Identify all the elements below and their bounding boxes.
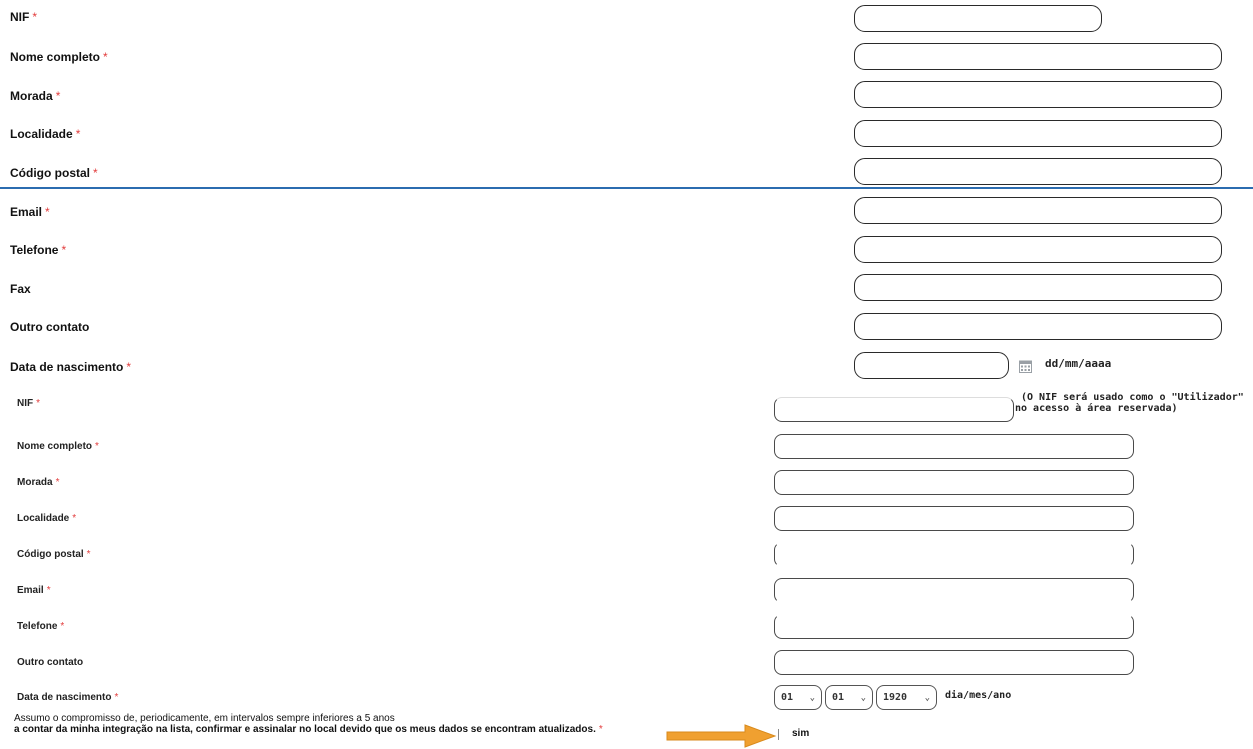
label-localidade: Localidade * — [10, 127, 81, 141]
dob-year-value: 1920 — [883, 692, 908, 703]
consent-text: Assumo o compromisso de, periodicamente,… — [14, 713, 603, 735]
label-nif: NIF * — [10, 10, 38, 24]
label-codigo-postal-2: Código postal * — [17, 549, 91, 560]
label-nome-completo: Nome completo * — [10, 50, 108, 64]
consent-line-2: a contar da minha integração na lista, c… — [14, 724, 603, 735]
dob-month-value: 01 — [832, 692, 845, 703]
dob-year-select[interactable]: 1920 ⌄ — [876, 685, 937, 710]
dob-month-select[interactable]: 01 ⌄ — [825, 685, 873, 710]
label-morada-2: Morada * — [17, 477, 60, 488]
arrow-right-icon — [666, 724, 777, 748]
nome-completo-input[interactable] — [854, 43, 1222, 70]
calendar-icon[interactable] — [1019, 359, 1032, 373]
email-input-2[interactable] — [774, 578, 1134, 603]
label-localidade-2: Localidade * — [17, 513, 77, 524]
codigo-postal-input[interactable] — [854, 158, 1222, 185]
nif-note-line-1: (O NIF será usado como o "Utilizador" — [1021, 392, 1244, 403]
label-email-2: Email * — [17, 585, 51, 596]
section-divider — [0, 187, 1253, 189]
label-fax: Fax — [10, 282, 31, 296]
label-nome-completo-2: Nome completo * — [17, 441, 99, 452]
consent-checkbox-label: sim — [792, 728, 810, 739]
label-email: Email * — [10, 205, 50, 219]
chevron-down-icon: ⌄ — [924, 692, 930, 703]
label-data-nascimento: Data de nascimento * — [10, 360, 132, 374]
date-format-hint: dd/mm/aaaa — [1045, 357, 1112, 370]
telefone-input-2[interactable] — [774, 614, 1134, 639]
chevron-down-icon: ⌄ — [809, 692, 815, 703]
outro-contato-input-2[interactable] — [774, 650, 1134, 675]
data-nascimento-input[interactable] — [854, 352, 1009, 379]
label-telefone-2: Telefone * — [17, 621, 65, 632]
consent-line-1: Assumo o compromisso de, periodicamente,… — [14, 713, 395, 724]
label-codigo-postal: Código postal * — [10, 166, 98, 180]
dob-day-select[interactable]: 01 ⌄ — [774, 685, 822, 710]
morada-input[interactable] — [854, 81, 1222, 108]
nif-input[interactable] — [854, 5, 1102, 32]
codigo-postal-input-2[interactable] — [774, 542, 1134, 567]
nif-note-line-2: no acesso à área reservada) — [1015, 403, 1178, 414]
morada-input-2[interactable] — [774, 470, 1134, 495]
label-data-nascimento-2: Data de nascimento * — [17, 692, 119, 703]
nif-input-2[interactable] — [774, 397, 1014, 422]
consent-checkbox[interactable] — [778, 729, 787, 740]
telefone-input[interactable] — [854, 236, 1222, 263]
chevron-down-icon: ⌄ — [860, 692, 866, 703]
label-outro-contato-2: Outro contato — [17, 657, 84, 668]
outro-contato-input[interactable] — [854, 313, 1222, 340]
dob-format-hint: dia/mes/ano — [945, 690, 1012, 701]
fax-input[interactable] — [854, 274, 1222, 301]
localidade-input[interactable] — [854, 120, 1222, 147]
email-input[interactable] — [854, 197, 1222, 224]
label-outro-contato: Outro contato — [10, 320, 90, 334]
label-telefone: Telefone * — [10, 243, 67, 257]
label-morada: Morada * — [10, 89, 61, 103]
dob-day-value: 01 — [781, 692, 794, 703]
localidade-input-2[interactable] — [774, 506, 1134, 531]
label-nif-2: NIF * — [17, 398, 41, 409]
nome-completo-input-2[interactable] — [774, 434, 1134, 459]
